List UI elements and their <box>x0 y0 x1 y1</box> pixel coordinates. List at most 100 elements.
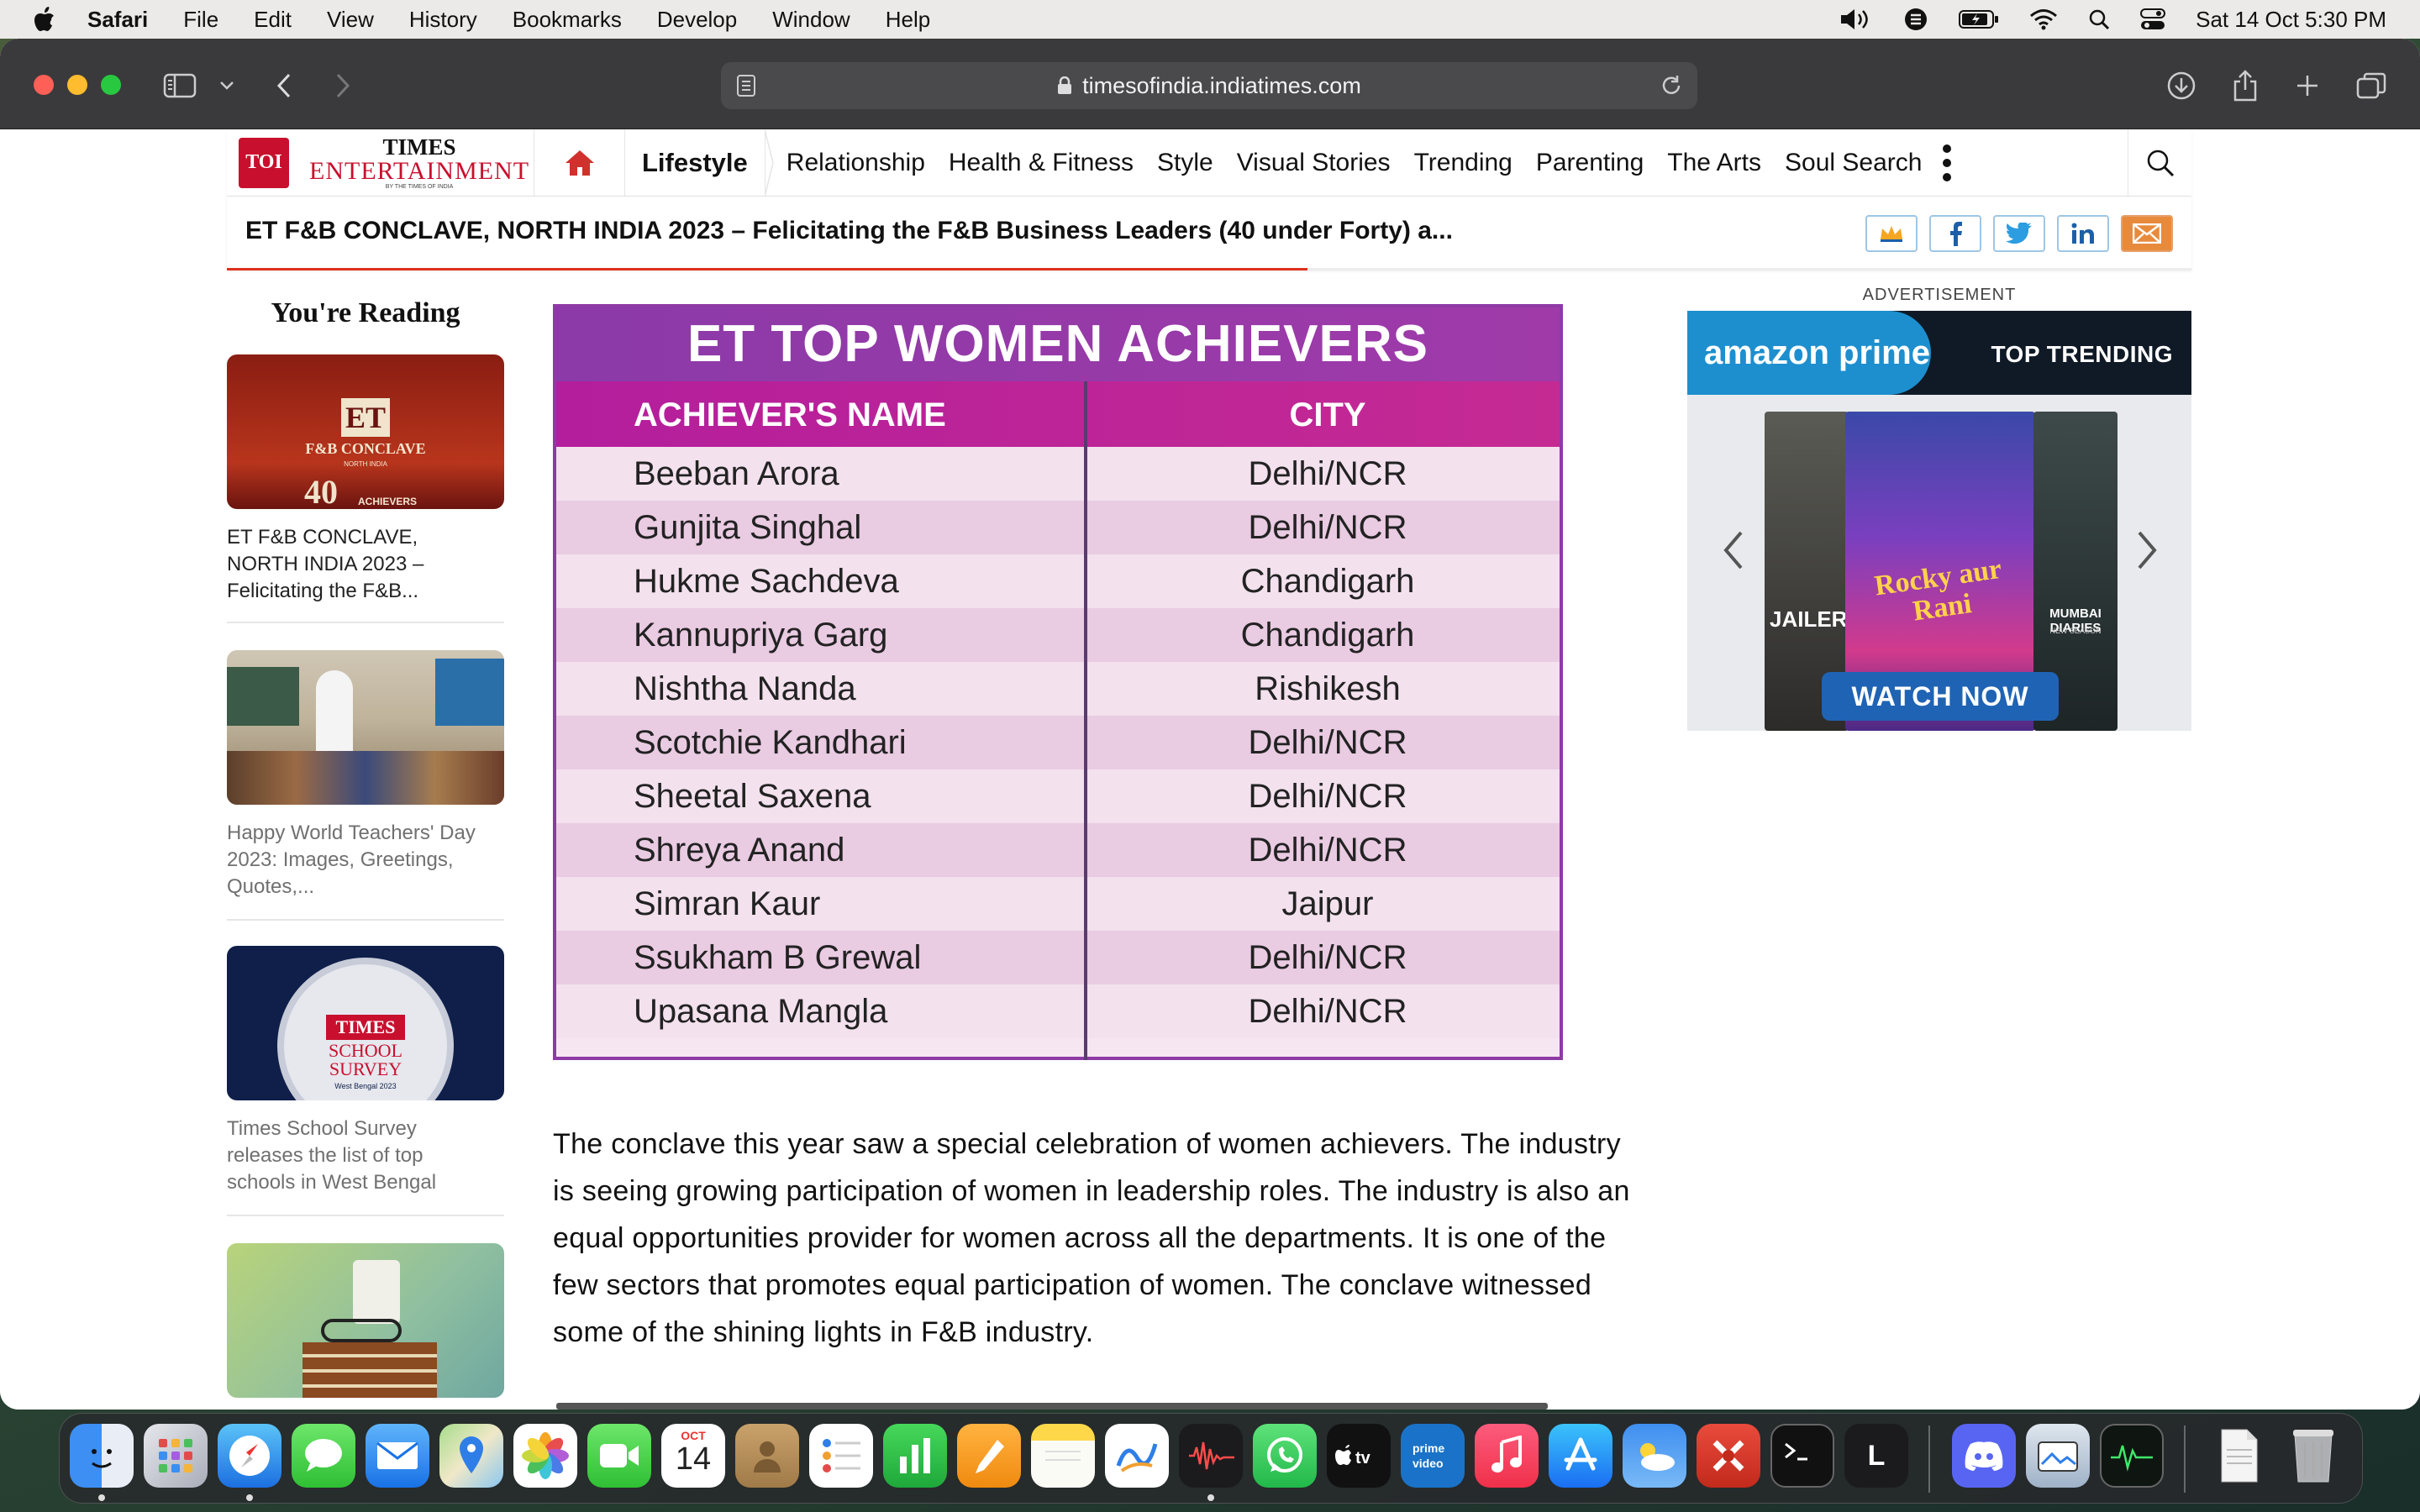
dock-reminders-icon[interactable] <box>809 1424 873 1488</box>
dock-photos-icon[interactable] <box>513 1424 577 1488</box>
nav-health-fitness[interactable]: Health & Fitness <box>949 149 1134 177</box>
next-image-edge <box>556 1403 1548 1410</box>
card-caption[interactable]: Times School Survey releases the list of… <box>227 1116 479 1196</box>
dock-preview-icon[interactable] <box>2026 1424 2090 1488</box>
reload-icon[interactable] <box>1660 74 1682 97</box>
dock-contacts-icon[interactable] <box>735 1424 799 1488</box>
sidebar-card-teachers-day[interactable]: Happy World Teachers' Day 2023: Images, … <box>227 650 504 921</box>
menu-history[interactable]: History <box>409 7 477 33</box>
dock-weather-icon[interactable] <box>1623 1424 1686 1488</box>
share-prime-button[interactable] <box>1865 215 1918 252</box>
sidebar-card-school-survey[interactable]: TIMES SCHOOL SURVEY West Bengal 2023 Tim… <box>227 946 504 1216</box>
nav-visual-stories[interactable]: Visual Stories <box>1237 149 1391 177</box>
calendar-month: OCT <box>681 1429 706 1442</box>
dock-tv-icon[interactable]: tv <box>1327 1424 1391 1488</box>
home-link[interactable] <box>534 129 625 197</box>
dock-activity-monitor-icon[interactable] <box>2100 1424 2164 1488</box>
dock-discord-icon[interactable] <box>1952 1424 2016 1488</box>
dock-l-app-icon[interactable]: L <box>1844 1424 1908 1488</box>
control-center-icon[interactable] <box>2140 8 2166 31</box>
more-menu-icon[interactable] <box>1942 144 1952 181</box>
menu-file[interactable]: File <box>183 7 218 33</box>
achiever-city: Delhi/NCR <box>1248 832 1407 869</box>
battery-icon[interactable] <box>1959 8 1999 30</box>
sidebar-card-books[interactable] <box>227 1243 504 1398</box>
dock-maps-icon[interactable] <box>439 1424 503 1488</box>
prime-video-ad[interactable]: amazon prime TOP TRENDING JAILER Rocky a… <box>1687 311 2191 731</box>
new-tab-icon[interactable] <box>2289 67 2326 104</box>
svg-text:prime: prime <box>1413 1441 1444 1455</box>
minimize-window-button[interactable] <box>67 75 87 95</box>
nav-parenting[interactable]: Parenting <box>1536 149 1644 177</box>
menu-view[interactable]: View <box>327 7 374 33</box>
ad-prev-arrow-icon[interactable] <box>1721 529 1746 571</box>
menu-bookmarks[interactable]: Bookmarks <box>513 7 622 33</box>
dock-app-store-icon[interactable] <box>1549 1424 1612 1488</box>
menu-develop[interactable]: Develop <box>657 7 737 33</box>
achiever-row: Sheetal Saxena Delhi/NCR <box>556 769 1560 823</box>
downloads-icon[interactable] <box>2163 67 2200 104</box>
card-caption[interactable]: Happy World Teachers' Day 2023: Images, … <box>227 820 479 900</box>
dock-messages-icon[interactable] <box>292 1424 355 1488</box>
site-logo[interactable]: TOI TIMES ENTERTAINMENT BY THE TIMES OF … <box>227 129 534 197</box>
wifi-icon[interactable] <box>2029 8 2058 30</box>
dock-trash-icon[interactable] <box>2281 1424 2345 1488</box>
menu-clock[interactable]: Sat 14 Oct 5:30 PM <box>2196 7 2386 33</box>
chevron-down-icon[interactable] <box>208 67 245 104</box>
nav-relationship[interactable]: Relationship <box>786 149 925 177</box>
nav-soul-search[interactable]: Soul Search <box>1785 149 1922 177</box>
nav-section-lifestyle[interactable]: Lifestyle <box>625 129 765 197</box>
dock-facetime-icon[interactable] <box>587 1424 651 1488</box>
reader-view-icon[interactable] <box>736 74 756 97</box>
dock-freeform-icon[interactable] <box>1105 1424 1169 1488</box>
apple-logo-icon[interactable] <box>34 7 55 32</box>
menu-edit[interactable]: Edit <box>254 7 292 33</box>
menu-help[interactable]: Help <box>886 7 930 33</box>
menu-app-name[interactable]: Safari <box>87 7 148 33</box>
dock-safari-icon[interactable] <box>218 1424 281 1488</box>
ad-next-arrow-icon[interactable] <box>2134 529 2160 571</box>
dock-calendar-icon[interactable]: OCT 14 <box>661 1424 725 1488</box>
watch-now-button[interactable]: WATCH NOW <box>1822 672 2059 721</box>
sidebar-toggle-icon[interactable] <box>161 67 198 104</box>
nav-style[interactable]: Style <box>1157 149 1213 177</box>
nav-the-arts[interactable]: The Arts <box>1667 149 1761 177</box>
site-search-button[interactable] <box>2128 129 2191 197</box>
achiever-name: Scotchie Kandhari <box>634 724 907 761</box>
zoom-window-button[interactable] <box>101 75 121 95</box>
address-bar[interactable]: timesofindia.indiatimes.com <box>721 62 1697 109</box>
ticker-headline[interactable]: ET F&B CONCLAVE, NORTH INDIA 2023 – Feli… <box>245 217 1453 245</box>
card-caption[interactable]: ET F&B CONCLAVE, NORTH INDIA 2023 – Feli… <box>227 524 479 605</box>
dock-whatsapp-icon[interactable] <box>1253 1424 1317 1488</box>
dock-prime-video-icon[interactable]: prime video <box>1401 1424 1465 1488</box>
share-icon[interactable] <box>2227 67 2264 104</box>
search-icon <box>2147 150 2174 177</box>
sidebar-card-et-conclave[interactable]: ET F&B CONCLAVE NORTH INDIA 40 ACHIEVERS… <box>227 354 504 623</box>
spotlight-search-icon[interactable] <box>2088 8 2110 30</box>
dock-voice-memos-icon[interactable] <box>1179 1424 1243 1488</box>
dock-music-icon[interactable] <box>1475 1424 1539 1488</box>
share-linkedin-button[interactable] <box>2057 215 2109 252</box>
dock-numbers-icon[interactable] <box>883 1424 947 1488</box>
ad-label: ADVERTISEMENT <box>1862 286 2017 304</box>
dock-notes-icon[interactable] <box>1031 1424 1095 1488</box>
share-twitter-button[interactable] <box>1993 215 2045 252</box>
dock-pages-icon[interactable] <box>957 1424 1021 1488</box>
back-arrow-icon[interactable] <box>266 67 302 104</box>
dock-document-icon[interactable] <box>2207 1424 2271 1488</box>
share-email-button[interactable] <box>2121 215 2173 252</box>
close-window-button[interactable] <box>34 75 54 95</box>
volume-icon[interactable] <box>1839 8 1873 31</box>
tab-overview-icon[interactable] <box>2353 67 2390 104</box>
nav-trending[interactable]: Trending <box>1414 149 1512 177</box>
vpn-shield-icon[interactable] <box>1903 7 1928 32</box>
dock-remote-desktop-icon[interactable] <box>1697 1424 1760 1488</box>
dock-launchpad-icon[interactable] <box>144 1424 208 1488</box>
dock-mail-icon[interactable] <box>366 1424 429 1488</box>
share-facebook-button[interactable] <box>1929 215 1981 252</box>
dock-terminal-icon[interactable] <box>1770 1424 1834 1488</box>
menu-window[interactable]: Window <box>772 7 850 33</box>
lock-icon <box>1058 76 1072 94</box>
forward-arrow-icon[interactable] <box>324 67 361 104</box>
dock-finder-icon[interactable] <box>70 1424 134 1488</box>
